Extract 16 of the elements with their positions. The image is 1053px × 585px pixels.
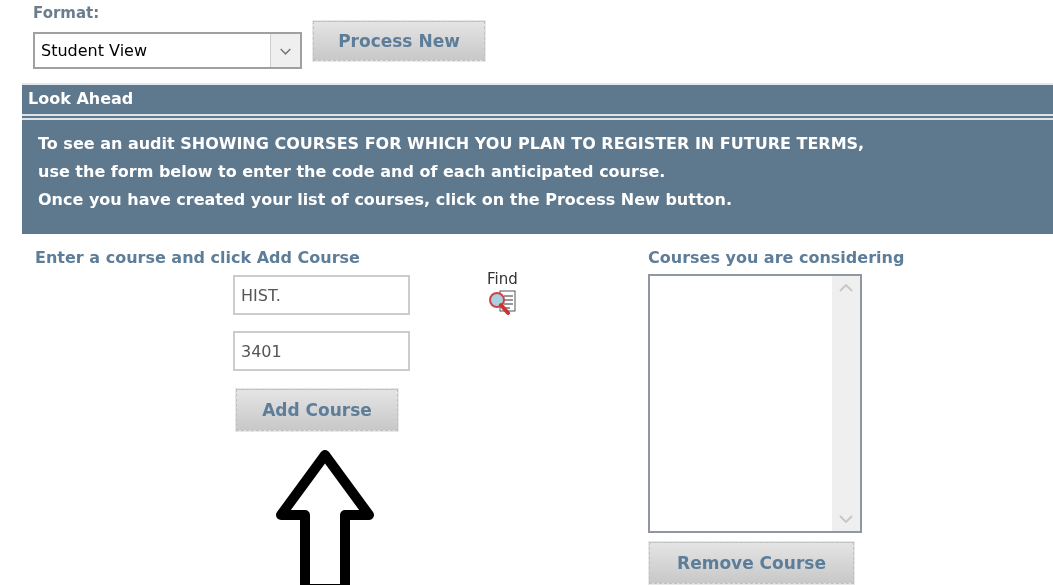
find-link[interactable]: Find: [487, 270, 518, 288]
subject-field[interactable]: HIST.: [233, 275, 410, 315]
panel-title: Look Ahead: [28, 89, 134, 108]
course-number-field[interactable]: 3401: [233, 331, 410, 371]
chevron-up-icon[interactable]: [839, 284, 853, 292]
format-label: Format:: [33, 4, 101, 22]
chevron-down-icon[interactable]: [839, 515, 853, 523]
considering-heading: Courses you are considering: [648, 247, 905, 269]
instruction-text: To see an audit SHOWING COURSES FOR WHICH YOU PLAN TO REGISTER IN FUTURE TERMS,: [38, 133, 866, 155]
courses-listbox[interactable]: [648, 274, 862, 533]
chevron-down-icon: [270, 34, 300, 67]
scrollbar[interactable]: [832, 276, 860, 531]
instruction-text: Once you have created your list of courses, click on the Process New button.: [38, 189, 733, 211]
format-dropdown[interactable]: Student View: [33, 32, 302, 69]
entry-heading: Enter a course and click Add Course: [35, 247, 361, 269]
instruction-text: use the form below to enter the code and of each anticipated course.: [38, 161, 667, 183]
